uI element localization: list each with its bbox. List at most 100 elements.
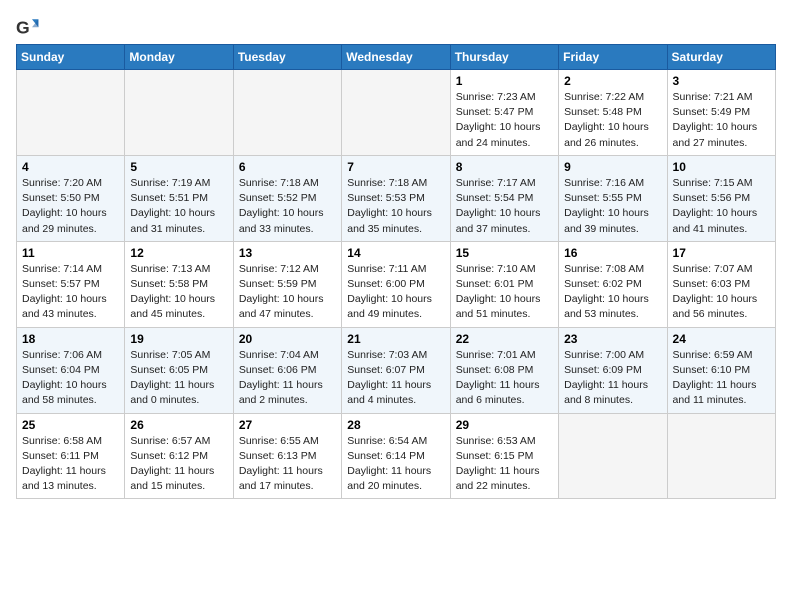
day-number: 29	[456, 418, 553, 432]
day-number: 17	[673, 246, 770, 260]
calendar-cell: 26 Sunrise: 6:57 AM Sunset: 6:12 PM Dayli…	[125, 413, 233, 499]
day-info: Sunrise: 7:18 AM Sunset: 5:52 PM Dayligh…	[239, 176, 336, 237]
day-info: Sunrise: 6:58 AM Sunset: 6:11 PM Dayligh…	[22, 434, 119, 495]
day-info: Sunrise: 7:11 AM Sunset: 6:00 PM Dayligh…	[347, 262, 444, 323]
calendar-cell: 22Sunrise: 7:01 AM Sunset: 6:08 PM Dayli…	[450, 327, 558, 413]
day-info: Sunrise: 7:16 AM Sunset: 5:55 PM Dayligh…	[564, 176, 661, 237]
day-info: Sunrise: 7:08 AM Sunset: 6:02 PM Dayligh…	[564, 262, 661, 323]
day-number: 25	[22, 418, 119, 432]
svg-text:G: G	[16, 18, 30, 38]
calendar-cell: 29 Sunrise: 6:53 AM Sunset: 6:15 PM Dayli…	[450, 413, 558, 499]
day-info: Sunrise: 7:19 AM Sunset: 5:51 PM Dayligh…	[130, 176, 227, 237]
col-header-thursday: Thursday	[450, 45, 558, 70]
day-number: 27	[239, 418, 336, 432]
day-number: 13	[239, 246, 336, 260]
day-number: 11	[22, 246, 119, 260]
day-info: Sunrise: 7:20 AM Sunset: 5:50 PM Dayligh…	[22, 176, 119, 237]
day-number: 14	[347, 246, 444, 260]
calendar-week-5: 25 Sunrise: 6:58 AM Sunset: 6:11 PM Dayli…	[17, 413, 776, 499]
col-header-friday: Friday	[559, 45, 667, 70]
calendar-week-1: 1Sunrise: 7:23 AM Sunset: 5:47 PM Daylig…	[17, 70, 776, 156]
day-info: Sunrise: 7:10 AM Sunset: 6:01 PM Dayligh…	[456, 262, 553, 323]
day-number: 24	[673, 332, 770, 346]
calendar-cell	[125, 70, 233, 156]
calendar-table: SundayMondayTuesdayWednesdayThursdayFrid…	[16, 44, 776, 499]
calendar-cell: 28 Sunrise: 6:54 AM Sunset: 6:14 PM Dayli…	[342, 413, 450, 499]
calendar-cell: 11Sunrise: 7:14 AM Sunset: 5:57 PM Dayli…	[17, 241, 125, 327]
calendar-cell: 12 Sunrise: 7:13 AM Sunset: 5:58 PM Dayli…	[125, 241, 233, 327]
calendar-cell: 3 Sunrise: 7:21 AM Sunset: 5:49 PM Daylig…	[667, 70, 775, 156]
calendar-cell: 9 Sunrise: 7:16 AM Sunset: 5:55 PM Daylig…	[559, 155, 667, 241]
col-header-tuesday: Tuesday	[233, 45, 341, 70]
day-number: 7	[347, 160, 444, 174]
day-info: Sunrise: 7:18 AM Sunset: 5:53 PM Dayligh…	[347, 176, 444, 237]
day-number: 12	[130, 246, 227, 260]
calendar-cell	[667, 413, 775, 499]
calendar-cell: 13 Sunrise: 7:12 AM Sunset: 5:59 PM Dayli…	[233, 241, 341, 327]
col-header-saturday: Saturday	[667, 45, 775, 70]
calendar-cell: 5 Sunrise: 7:19 AM Sunset: 5:51 PM Daylig…	[125, 155, 233, 241]
day-number: 28	[347, 418, 444, 432]
day-info: Sunrise: 7:15 AM Sunset: 5:56 PM Dayligh…	[673, 176, 770, 237]
calendar-cell: 19 Sunrise: 7:05 AM Sunset: 6:05 PM Dayli…	[125, 327, 233, 413]
day-number: 3	[673, 74, 770, 88]
day-number: 21	[347, 332, 444, 346]
day-info: Sunrise: 7:13 AM Sunset: 5:58 PM Dayligh…	[130, 262, 227, 323]
day-number: 26	[130, 418, 227, 432]
calendar-cell: 16 Sunrise: 7:08 AM Sunset: 6:02 PM Dayli…	[559, 241, 667, 327]
day-info: Sunrise: 7:22 AM Sunset: 5:48 PM Dayligh…	[564, 90, 661, 151]
logo: G	[16, 16, 44, 40]
day-number: 9	[564, 160, 661, 174]
day-info: Sunrise: 6:54 AM Sunset: 6:14 PM Dayligh…	[347, 434, 444, 495]
logo-icon: G	[16, 16, 40, 40]
day-info: Sunrise: 7:12 AM Sunset: 5:59 PM Dayligh…	[239, 262, 336, 323]
calendar-cell: 24 Sunrise: 6:59 AM Sunset: 6:10 PM Dayli…	[667, 327, 775, 413]
day-number: 1	[456, 74, 553, 88]
col-header-monday: Monday	[125, 45, 233, 70]
day-number: 6	[239, 160, 336, 174]
day-info: Sunrise: 7:03 AM Sunset: 6:07 PM Dayligh…	[347, 348, 444, 409]
col-header-sunday: Sunday	[17, 45, 125, 70]
calendar-cell: 20Sunrise: 7:04 AM Sunset: 6:06 PM Dayli…	[233, 327, 341, 413]
day-number: 8	[456, 160, 553, 174]
day-info: Sunrise: 7:21 AM Sunset: 5:49 PM Dayligh…	[673, 90, 770, 151]
day-info: Sunrise: 6:53 AM Sunset: 6:15 PM Dayligh…	[456, 434, 553, 495]
calendar-cell: 17 Sunrise: 7:07 AM Sunset: 6:03 PM Dayli…	[667, 241, 775, 327]
day-number: 4	[22, 160, 119, 174]
day-number: 5	[130, 160, 227, 174]
calendar-header-row: SundayMondayTuesdayWednesdayThursdayFrid…	[17, 45, 776, 70]
calendar-cell: 6 Sunrise: 7:18 AM Sunset: 5:52 PM Daylig…	[233, 155, 341, 241]
day-number: 20	[239, 332, 336, 346]
day-info: Sunrise: 6:57 AM Sunset: 6:12 PM Dayligh…	[130, 434, 227, 495]
calendar-cell	[17, 70, 125, 156]
calendar-cell	[559, 413, 667, 499]
day-number: 15	[456, 246, 553, 260]
calendar-cell	[233, 70, 341, 156]
day-info: Sunrise: 7:06 AM Sunset: 6:04 PM Dayligh…	[22, 348, 119, 409]
page-header: G	[16, 16, 776, 40]
day-number: 16	[564, 246, 661, 260]
calendar-week-2: 4 Sunrise: 7:20 AM Sunset: 5:50 PM Daylig…	[17, 155, 776, 241]
calendar-cell: 8 Sunrise: 7:17 AM Sunset: 5:54 PM Daylig…	[450, 155, 558, 241]
day-number: 18	[22, 332, 119, 346]
calendar-cell: 18 Sunrise: 7:06 AM Sunset: 6:04 PM Dayli…	[17, 327, 125, 413]
calendar-cell: 27 Sunrise: 6:55 AM Sunset: 6:13 PM Dayli…	[233, 413, 341, 499]
calendar-cell: 15 Sunrise: 7:10 AM Sunset: 6:01 PM Dayli…	[450, 241, 558, 327]
day-number: 10	[673, 160, 770, 174]
day-info: Sunrise: 7:07 AM Sunset: 6:03 PM Dayligh…	[673, 262, 770, 323]
calendar-cell: 21 Sunrise: 7:03 AM Sunset: 6:07 PM Dayli…	[342, 327, 450, 413]
col-header-wednesday: Wednesday	[342, 45, 450, 70]
day-info: Sunrise: 7:05 AM Sunset: 6:05 PM Dayligh…	[130, 348, 227, 409]
day-info: Sunrise: 6:59 AM Sunset: 6:10 PM Dayligh…	[673, 348, 770, 409]
calendar-cell	[342, 70, 450, 156]
day-info: Sunrise: 7:00 AM Sunset: 6:09 PM Dayligh…	[564, 348, 661, 409]
day-number: 19	[130, 332, 227, 346]
day-number: 22	[456, 332, 553, 346]
calendar-cell: 14 Sunrise: 7:11 AM Sunset: 6:00 PM Dayli…	[342, 241, 450, 327]
day-number: 2	[564, 74, 661, 88]
day-info: Sunrise: 6:55 AM Sunset: 6:13 PM Dayligh…	[239, 434, 336, 495]
day-number: 23	[564, 332, 661, 346]
calendar-cell: 4 Sunrise: 7:20 AM Sunset: 5:50 PM Daylig…	[17, 155, 125, 241]
day-info: Sunrise: 7:17 AM Sunset: 5:54 PM Dayligh…	[456, 176, 553, 237]
calendar-cell: 7 Sunrise: 7:18 AM Sunset: 5:53 PM Daylig…	[342, 155, 450, 241]
